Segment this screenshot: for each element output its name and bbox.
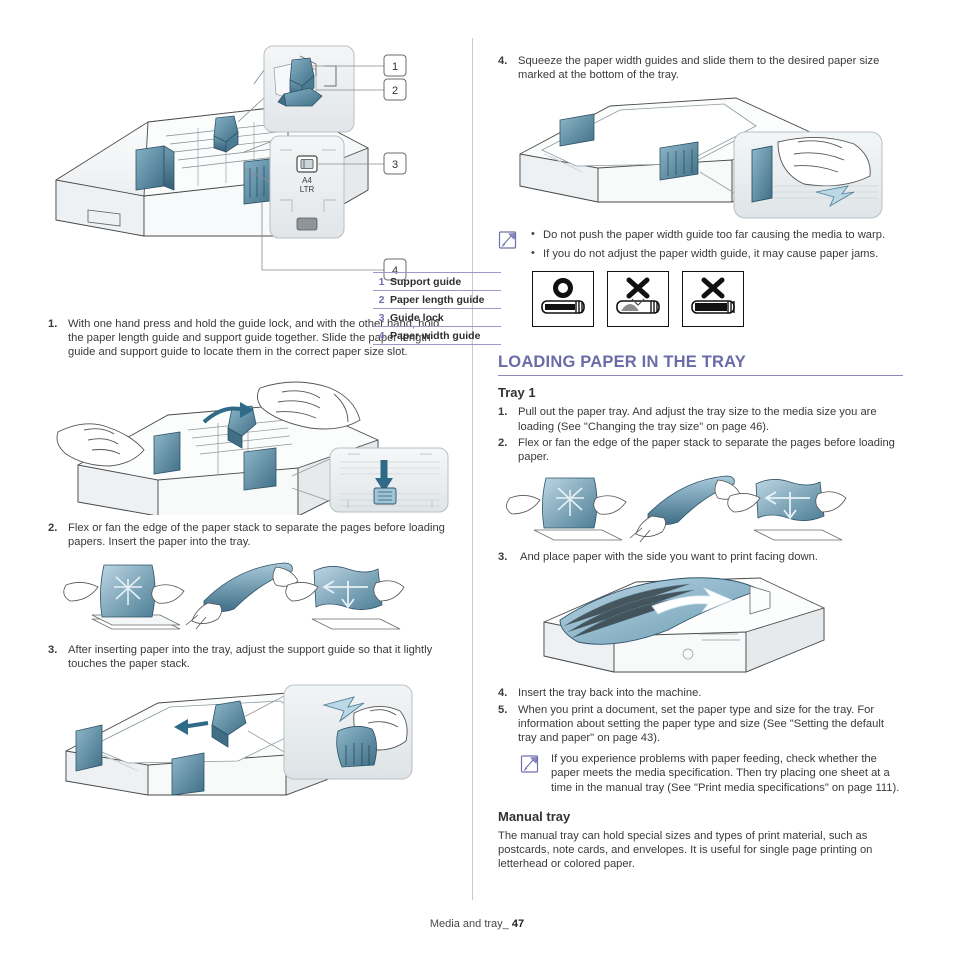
tray1-step-3-text: And place paper with the side you want t… — [520, 551, 818, 564]
footer-page-number: 47 — [511, 918, 525, 930]
figure-press-guide-lock — [48, 370, 453, 515]
legend-number-4: 4 — [378, 329, 385, 342]
width-guide-a — [75, 724, 103, 772]
press-guide-lock-svg — [56, 381, 449, 515]
subheading-manual-tray: Manual tray — [498, 808, 571, 824]
note-bullet-1: Do not push the paper width guide too fa… — [529, 227, 903, 242]
legend-label-2: Paper length guide — [390, 293, 485, 306]
manual-page: A4 LTR 1 2 3 4 1. With one hand press an… — [0, 0, 954, 954]
left-step-3: 3. After inserting paper into the tray, … — [48, 643, 453, 671]
figure-squeeze-width-guides — [498, 92, 903, 222]
label-a4: A4 — [302, 176, 312, 185]
page-footer: Media and tray_ 47 — [0, 918, 954, 930]
loading-icon-row — [532, 270, 903, 327]
left-width-guide — [153, 431, 181, 475]
figure-tray-parts-diagram: A4 LTR 1 2 3 4 — [48, 40, 453, 295]
incorrect-loading-warped-icon — [607, 270, 669, 327]
slot-block — [296, 217, 318, 231]
label-ltr: LTR — [300, 185, 315, 194]
tray1-step-3-number: 3. — [498, 551, 508, 564]
column-divider — [472, 38, 473, 900]
section-underline — [498, 374, 903, 377]
legend-number-1: 1 — [378, 275, 385, 288]
legend-row-3: 3 Guide lock — [373, 309, 501, 327]
figure-flex-fan-paper-right — [498, 472, 903, 546]
legend-label-1: Support guide — [390, 275, 462, 288]
note-bullet-list: Do not push the paper width guide too fa… — [529, 227, 903, 261]
correct-loading-icon — [532, 270, 594, 327]
figure-place-paper-facedown — [498, 572, 903, 682]
subheading-tray-1: Tray 1 — [498, 385, 536, 401]
right-step-4-number: 4. — [498, 55, 508, 67]
legend-label-4: Paper width guide — [390, 329, 481, 342]
parts-legend-table: 1 Support guide 2 Paper length guide 3 G… — [373, 272, 501, 345]
tray1-step-4: 4. Insert the tray back into the machine… — [498, 686, 903, 700]
support-guide-knob — [213, 115, 239, 153]
left-step-2-number: 2. — [48, 521, 58, 534]
tray1-step-4-text: Insert the tray back into the machine. — [518, 687, 702, 700]
right-step-4: 4. Squeeze the paper width guides and sl… — [498, 54, 903, 82]
squeeze-guide-left — [559, 113, 595, 147]
callout-1: 1 — [392, 61, 398, 73]
note-pencil-icon — [520, 752, 542, 795]
squeeze-width-guides-svg — [519, 97, 883, 219]
tray1-step-2: 2. Flex or fan the edge of the paper sta… — [498, 436, 903, 464]
right-column: 4. Squeeze the paper width guides and sl… — [498, 40, 903, 871]
note-tip-text: If you experience problems with paper fe… — [551, 753, 900, 794]
tray1-step-5-number: 5. — [498, 703, 508, 716]
right-width-guide — [243, 447, 277, 491]
flex-fan-svg-left — [63, 562, 405, 630]
paper-width-guide-left — [135, 145, 165, 191]
tray1-step-1-number: 1. — [498, 406, 508, 419]
fan-illustration-1 — [63, 564, 185, 630]
note-width-guide-warnings: Do not push the paper width guide too fa… — [498, 227, 903, 264]
note-body: Do not push the paper width guide too fa… — [529, 227, 903, 264]
legend-row-2: 2 Paper length guide — [373, 291, 501, 309]
left-step-2-text: Flex or fan the edge of the paper stack … — [68, 521, 445, 548]
width-guide-b — [171, 752, 205, 796]
tray1-step-4-number: 4. — [498, 687, 508, 700]
fan-illustration-r1 — [506, 477, 627, 541]
figure-flex-fan-paper-left — [48, 557, 453, 635]
note-paper-feeding-tip: If you experience problems with paper fe… — [520, 752, 903, 795]
hand-left — [56, 423, 145, 467]
tray1-step-5: 5. When you print a document, set the pa… — [498, 703, 903, 746]
note-bullet-2: If you do not adjust the paper width gui… — [529, 246, 903, 261]
fan-illustration-2 — [185, 562, 299, 630]
legend-label-3: Guide lock — [390, 311, 444, 324]
tray1-step-5-text: When you print a document, set the paper… — [518, 703, 884, 744]
fan-illustration-r3 — [727, 479, 847, 541]
place-paper-svg — [543, 577, 825, 673]
tray1-step-3: 3. And place paper with the side you wan… — [498, 550, 903, 564]
adjust-support-guide-svg — [65, 684, 413, 797]
legend-row-4: 4 Paper width guide — [373, 327, 501, 345]
left-step-2: 2. Flex or fan the edge of the paper sta… — [48, 521, 453, 549]
manual-tray-paragraph: The manual tray can hold special sizes a… — [498, 829, 873, 871]
flex-fan-svg-right — [506, 475, 847, 543]
callout-boxes: 1 2 3 4 — [383, 54, 407, 281]
callout-3: 3 — [392, 159, 398, 171]
tray1-step-2-number: 2. — [498, 436, 508, 449]
callout-2: 2 — [392, 85, 398, 97]
fan-illustration-r2 — [629, 475, 741, 543]
left-step-3-text: After inserting paper into the tray, adj… — [68, 644, 433, 671]
tray1-step-2-text: Flex or fan the edge of the paper stack … — [518, 436, 895, 463]
left-step-1-number: 1. — [48, 318, 58, 330]
figure-adjust-support-guide — [48, 681, 453, 797]
legend-row-1: 1 Support guide — [373, 272, 501, 291]
legend-number-2: 2 — [378, 293, 385, 306]
page-section-title: LOADING PAPER IN THE TRAY — [498, 352, 746, 371]
tray1-step-1: 1. Pull out the paper tray. And adjust t… — [498, 405, 903, 433]
legend-number-3: 3 — [378, 311, 385, 324]
left-step-3-number: 3. — [48, 644, 58, 657]
note-pencil-icon — [498, 228, 520, 264]
footer-label: Media and tray_ — [429, 918, 509, 930]
tray1-step-1-text: Pull out the paper tray. And adjust the … — [518, 406, 877, 433]
left-column: A4 LTR 1 2 3 4 1. With one hand press an… — [48, 40, 501, 797]
fan-illustration-3 — [285, 566, 405, 630]
right-step-4-text: Squeeze the paper width guides and slide… — [518, 55, 880, 82]
incorrect-loading-overfill-icon — [682, 270, 744, 327]
tray-parts-svg: A4 LTR 1 2 3 4 — [55, 45, 407, 281]
